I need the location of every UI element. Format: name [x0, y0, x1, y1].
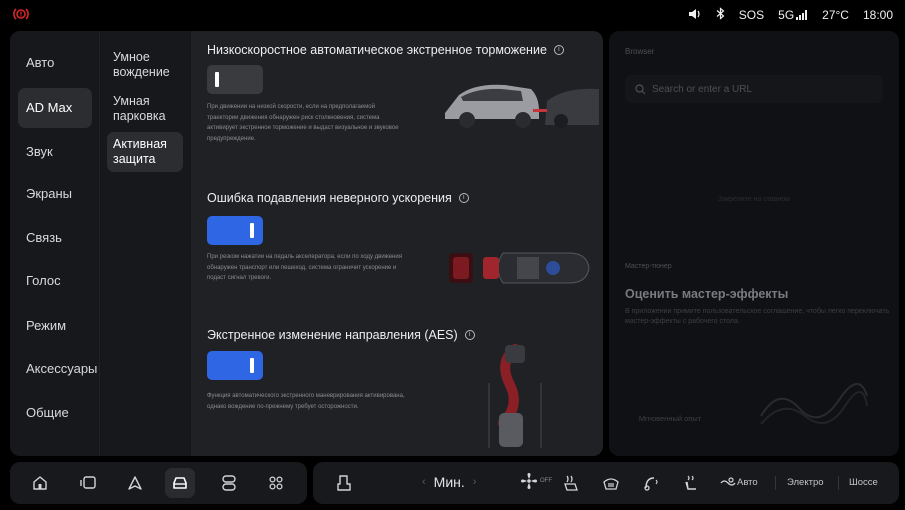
- search-icon: [635, 83, 646, 94]
- toggle-low-speed-aeb[interactable]: [207, 65, 263, 94]
- fan-icon: [521, 473, 537, 489]
- info-icon[interactable]: i: [464, 330, 475, 340]
- windshield-defrost-icon[interactable]: [600, 472, 622, 494]
- temp-increase-arrow[interactable]: ›: [473, 476, 477, 488]
- search-placeholder: Search or enter a URL: [652, 83, 753, 95]
- steering-heat-icon[interactable]: [640, 472, 662, 494]
- seat-icon[interactable]: [333, 472, 355, 494]
- nav-item-voice[interactable]: Голос: [18, 261, 92, 301]
- low-speed-braking-illustration: [445, 84, 599, 128]
- apps-grid-icon[interactable]: [265, 472, 287, 494]
- fan-status: OFF: [540, 478, 552, 484]
- bluetooth-icon[interactable]: [716, 7, 725, 23]
- mode-electric[interactable]: Электро: [787, 477, 824, 488]
- signal-icon: [796, 10, 808, 20]
- temperature-control: ‹ Мин. ›: [422, 474, 476, 490]
- nav-item-connectivity[interactable]: Связь: [18, 218, 92, 258]
- browser-faint-hint: Закрепите на главном: [717, 196, 790, 203]
- nav-item-mode[interactable]: Режим: [18, 306, 92, 346]
- home-icon[interactable]: [29, 472, 51, 494]
- browser-search-input[interactable]: Search or enter a URL: [625, 75, 883, 103]
- subnav-smart-driving[interactable]: Умное вождение: [107, 45, 183, 85]
- air-flow-icon[interactable]: [717, 472, 739, 494]
- brake-warning-icon: [12, 7, 30, 24]
- nav-item-screens[interactable]: Экраны: [18, 174, 92, 214]
- status-bar: SOS 5G 27°C 18:00: [0, 0, 905, 30]
- mode-highway[interactable]: Шоссе: [849, 477, 878, 488]
- description-misacceleration: При резком нажатии на педаль акселератор…: [207, 254, 402, 281]
- fan-control[interactable]: OFF: [520, 472, 552, 490]
- settings-content: Низкоскоростное автоматическое экстренно…: [191, 31, 603, 456]
- toggle-aes[interactable]: [207, 351, 263, 380]
- mode-auto[interactable]: Авто: [737, 477, 758, 488]
- outside-temperature: 27°C: [822, 8, 849, 22]
- master-tuner-caption: Мастер-тюнер: [625, 263, 672, 270]
- master-tuner-title[interactable]: Оценить мастер-эффекты: [625, 287, 788, 301]
- nav-item-sound[interactable]: Звук: [18, 132, 92, 172]
- settings-panel: Авто AD Max Звук Экраны Связь Голос Режи…: [10, 31, 603, 456]
- side-widgets-panel: Browser Search or enter a URL Закрепите …: [609, 31, 899, 456]
- master-tuner-description: В приложении примите пользовательское со…: [625, 308, 890, 325]
- description-low-speed-aeb: При движении на низкой скорости, если на…: [207, 104, 399, 142]
- cabin-temperature[interactable]: Мин.: [434, 474, 465, 490]
- secondary-nav: Умное вождение Умная парковка Активная з…: [101, 31, 190, 456]
- toggle-misacceleration[interactable]: [207, 216, 263, 245]
- instant-experience-label[interactable]: Мгновенный опыт: [635, 413, 705, 424]
- sos-label[interactable]: SOS: [739, 8, 764, 22]
- emergency-steering-illustration: [488, 344, 542, 448]
- section-title-misacceleration: Ошибка подавления неверного ускорения i: [207, 191, 469, 205]
- mode-divider: [838, 476, 839, 490]
- browser-widget-title: Browser: [625, 47, 655, 56]
- network-indicator: 5G: [778, 8, 808, 22]
- nav-item-general[interactable]: Общие: [18, 393, 92, 433]
- mode-divider: [775, 476, 776, 490]
- section-title-low-speed-aeb: Низкоскоростное автоматическое экстренно…: [207, 43, 564, 57]
- acceleration-suppression-illustration: [449, 252, 590, 284]
- sound-waves-icon: [760, 383, 868, 425]
- app-dock: [10, 462, 307, 504]
- section-title-aes: Экстренное изменение направления (AES) i: [207, 328, 475, 342]
- network-label: 5G: [778, 8, 795, 22]
- info-icon[interactable]: i: [458, 193, 469, 203]
- nav-item-ad-max[interactable]: AD Max: [18, 88, 92, 128]
- seat-ventilation-icon[interactable]: [560, 472, 582, 494]
- primary-nav: Авто AD Max Звук Экраны Связь Голос Режи…: [10, 31, 100, 456]
- description-aes: Функция автоматического экстренного мане…: [207, 393, 405, 410]
- nav-item-auto[interactable]: Авто: [18, 43, 92, 83]
- navigation-icon[interactable]: [124, 472, 146, 494]
- info-icon[interactable]: i: [553, 45, 564, 55]
- screen-switch-icon[interactable]: [77, 472, 99, 494]
- seat-heat-icon[interactable]: [680, 472, 702, 494]
- vehicle-control-icon[interactable]: [218, 472, 240, 494]
- car-icon[interactable]: [165, 468, 195, 498]
- subnav-smart-parking[interactable]: Умная парковка: [107, 89, 183, 129]
- subnav-active-protection[interactable]: Активная защита: [107, 132, 183, 172]
- temp-decrease-arrow[interactable]: ‹: [422, 476, 426, 488]
- clock: 18:00: [862, 8, 893, 22]
- volume-icon[interactable]: [688, 8, 702, 23]
- nav-item-accessories[interactable]: Аксессуары: [18, 349, 97, 389]
